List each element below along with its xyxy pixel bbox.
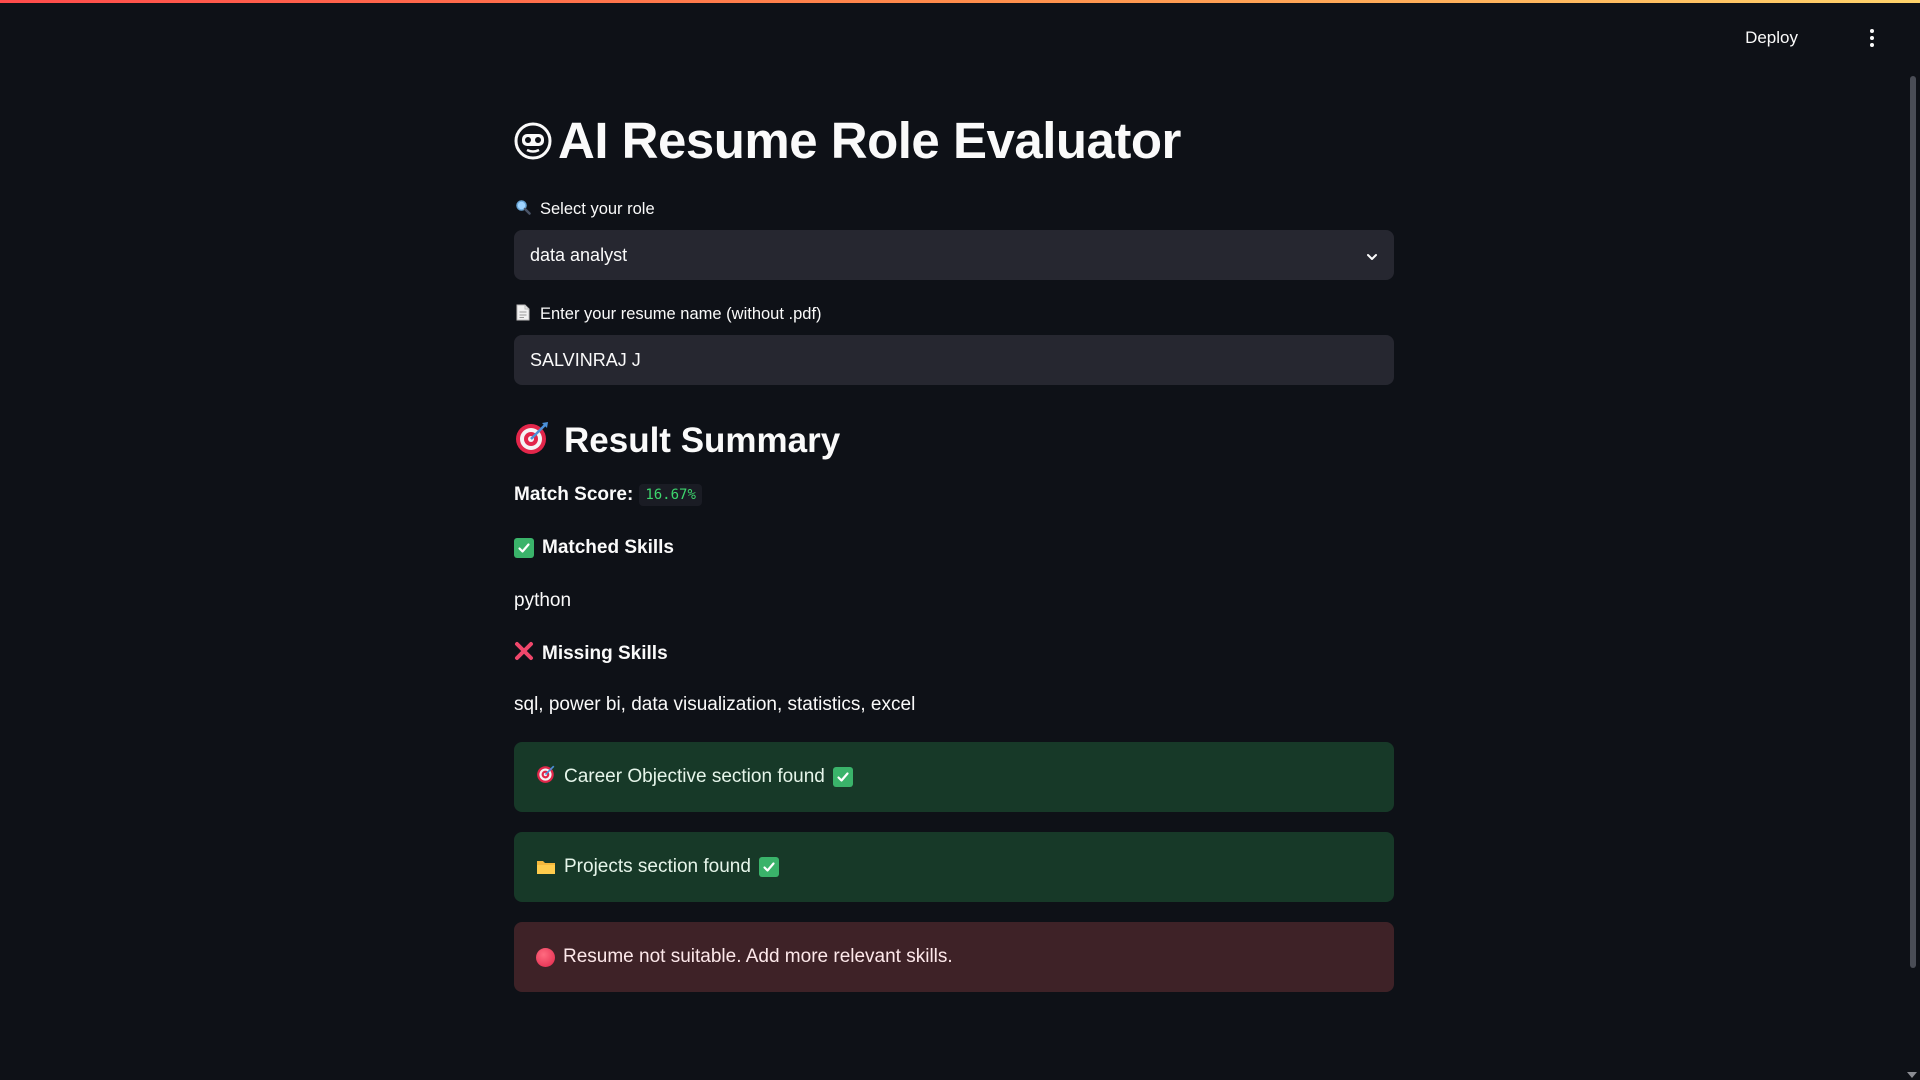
check-mark-icon bbox=[832, 767, 853, 787]
cross-mark-icon bbox=[514, 641, 534, 667]
result-summary-heading: Result Summary bbox=[514, 420, 840, 461]
page-title: AI Resume Role Evaluator bbox=[514, 105, 1181, 177]
projects-alert: Projects section found bbox=[514, 832, 1394, 902]
career-objective-alert: Career Objective section found bbox=[514, 742, 1394, 812]
check-mark-icon bbox=[514, 538, 534, 558]
resume-input-label-text: Enter your resume name (without .pdf) bbox=[540, 305, 822, 323]
more-vertical-icon[interactable] bbox=[1858, 24, 1886, 52]
resume-name-input[interactable]: SALVINRAJ J bbox=[514, 335, 1394, 385]
scroll-down-icon[interactable] bbox=[1907, 1072, 1917, 1078]
matched-skills-list: python bbox=[514, 590, 572, 611]
app-title: AI Resume Role Evaluator bbox=[558, 112, 1181, 169]
check-mark-icon bbox=[758, 857, 779, 877]
missing-skills-title: Missing Skills bbox=[542, 643, 668, 664]
match-score: Match Score: 16.67% bbox=[514, 484, 702, 506]
deploy-button[interactable]: Deploy bbox=[1735, 22, 1808, 54]
red-circle-icon bbox=[536, 947, 555, 967]
role-select-value: data analyst bbox=[530, 244, 628, 265]
verdict-text: Resume not suitable. Add more relevant s… bbox=[563, 946, 953, 967]
app-header: Deploy bbox=[0, 0, 1920, 76]
target-icon bbox=[536, 764, 556, 790]
magnifier-icon bbox=[514, 199, 532, 219]
resume-name-value: SALVINRAJ J bbox=[530, 349, 641, 370]
result-summary-title: Result Summary bbox=[564, 420, 841, 460]
career-objective-text: Career Objective section found bbox=[564, 766, 825, 787]
page-icon bbox=[514, 304, 532, 325]
scrollbar[interactable] bbox=[1910, 76, 1916, 968]
role-select-label-text: Select your role bbox=[540, 199, 655, 218]
match-score-value: 16.67% bbox=[639, 484, 702, 506]
matched-skills-heading: Matched Skills bbox=[514, 537, 674, 559]
matched-skills-title: Matched Skills bbox=[542, 537, 674, 558]
folder-icon bbox=[536, 859, 556, 875]
missing-skills-heading: Missing Skills bbox=[514, 641, 668, 667]
resume-input-label: Enter your resume name (without .pdf) bbox=[514, 304, 822, 325]
missing-skills-list: sql, power bi, data visualization, stati… bbox=[514, 694, 916, 715]
role-select[interactable]: data analyst bbox=[514, 230, 1394, 280]
role-select-label: Select your role bbox=[514, 199, 655, 219]
projects-text: Projects section found bbox=[564, 856, 751, 877]
match-score-label: Match Score: bbox=[514, 484, 634, 505]
target-icon bbox=[514, 420, 550, 461]
verdict-alert: Resume not suitable. Add more relevant s… bbox=[514, 922, 1394, 992]
robot-face-icon bbox=[514, 122, 552, 160]
chevron-down-icon[interactable] bbox=[1366, 247, 1378, 260]
